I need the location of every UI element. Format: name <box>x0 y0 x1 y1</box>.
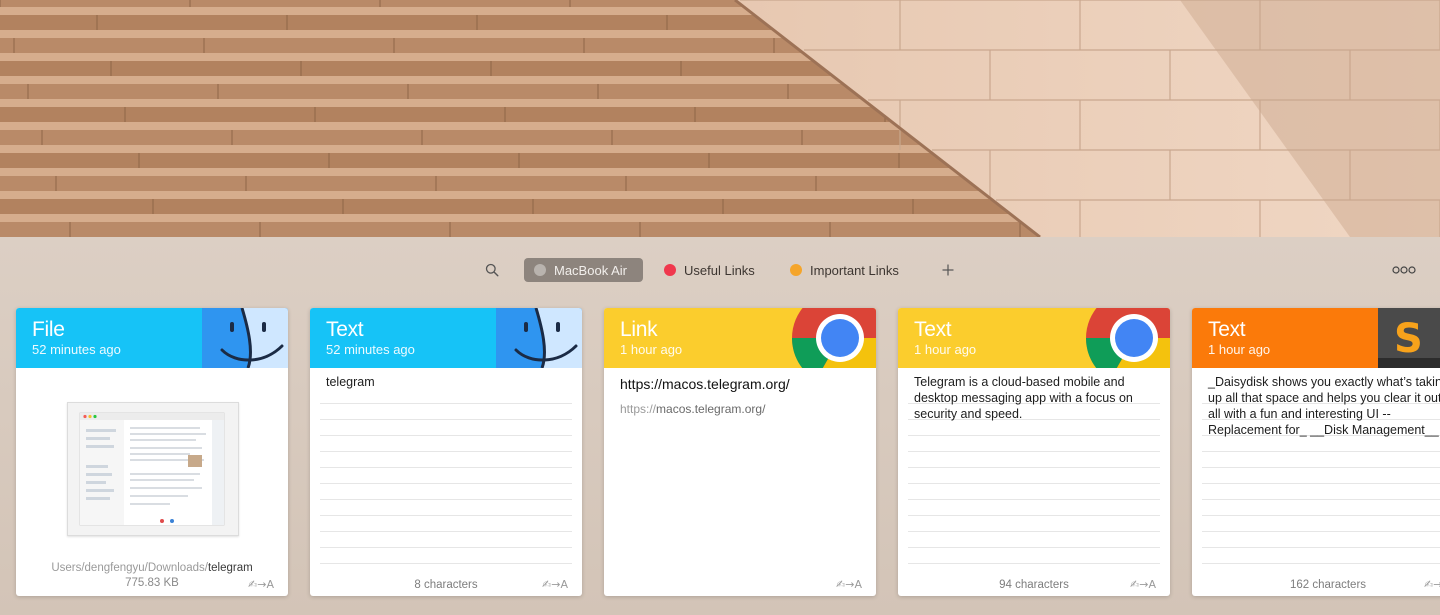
more-button[interactable] <box>1388 261 1420 279</box>
pinboard-color-dot <box>790 264 802 276</box>
toolbar: MacBook Air Useful Links Important Links <box>0 237 1440 301</box>
telegram-screenshot-preview <box>79 412 225 526</box>
card-timestamp: 1 hour ago <box>1208 342 1271 357</box>
card-header: Text 52 minutes ago <box>310 308 582 368</box>
clip-text: telegram <box>326 375 375 389</box>
text-transform-icon[interactable]: ✍→A <box>248 578 274 591</box>
clipboard-card-file[interactable]: File 52 minutes ago Users/dengfengyu/Dow… <box>16 308 288 596</box>
search-button[interactable] <box>481 259 503 281</box>
finder-icon <box>202 308 288 368</box>
pinboard-useful-links[interactable]: Useful Links <box>654 258 772 282</box>
card-type: Link <box>620 318 658 341</box>
card-header: Text 1 hour ago S <box>1192 308 1440 368</box>
card-type: Text <box>326 318 364 341</box>
chrome-icon <box>1085 308 1170 368</box>
stairs-photo <box>0 0 1440 237</box>
card-timestamp: 52 minutes ago <box>32 342 121 357</box>
search-icon <box>485 263 499 277</box>
clip-text: _Daisydisk shows you exactly what’s taki… <box>1208 375 1440 437</box>
card-timestamp: 1 hour ago <box>914 342 977 357</box>
character-count: 162 characters <box>1289 579 1367 591</box>
card-type: File <box>32 318 65 341</box>
file-preview-thumbnail <box>67 402 239 536</box>
pinboard-important-links[interactable]: Important Links <box>780 258 916 282</box>
finder-icon <box>496 308 582 368</box>
clipboard-card-text[interactable]: Text 1 hour ago S _Daisydisk shows you e… <box>1192 308 1440 596</box>
card-type: Text <box>1208 318 1246 341</box>
file-path-prefix: Users/dengfengyu/Downloads/ <box>51 562 208 574</box>
link-preview: https://macos.telegram.org/ <box>620 402 765 416</box>
plus-icon <box>942 264 954 276</box>
sublime-icon: S <box>1378 308 1440 368</box>
file-name: telegram <box>207 562 253 574</box>
link-host: macos.telegram.org/ <box>656 402 766 416</box>
clipboard-card-link[interactable]: Link 1 hour ago https://macos.telegram.o… <box>604 308 876 596</box>
pinboard-label: Important Links <box>810 262 899 278</box>
card-timestamp: 1 hour ago <box>620 342 683 357</box>
text-transform-icon[interactable]: ✍→A <box>1130 578 1156 591</box>
clipboard-card-text[interactable]: Text 52 minutes ago telegram 8 character… <box>310 308 582 596</box>
add-pinboard-button[interactable] <box>937 259 959 281</box>
clipboard-card-text[interactable]: Text 1 hour ago Telegram is a cloud-base… <box>898 308 1170 596</box>
clip-text: Telegram is a cloud-based mobile and des… <box>914 375 1133 421</box>
card-header: Text 1 hour ago <box>898 308 1170 368</box>
file-path: Users/dengfengyu/Downloads/telegram <box>16 562 288 574</box>
pinboard-color-dot <box>664 264 676 276</box>
pinboard-color-dot <box>534 264 546 276</box>
card-header: File 52 minutes ago <box>16 308 288 368</box>
desktop-wallpaper <box>0 0 1440 237</box>
pinboard-label: Useful Links <box>684 262 755 278</box>
svg-text:S: S <box>1394 316 1423 362</box>
chrome-icon <box>791 308 876 368</box>
paste-panel: MacBook Air Useful Links Important Links <box>0 237 1440 615</box>
pinboard-label: MacBook Air <box>554 262 627 278</box>
card-header: Link 1 hour ago <box>604 308 876 368</box>
link-scheme: https:// <box>620 402 657 416</box>
card-timestamp: 52 minutes ago <box>326 342 415 357</box>
pinboard-macbook-air[interactable]: MacBook Air <box>524 258 643 282</box>
text-transform-icon[interactable]: ✍→A <box>836 578 862 591</box>
card-type: Text <box>914 318 952 341</box>
text-transform-icon[interactable]: ✍→A <box>1424 578 1440 591</box>
link-url[interactable]: https://macos.telegram.org/ <box>620 376 790 392</box>
ruled-lines <box>320 388 572 578</box>
more-icon <box>1392 266 1416 274</box>
text-transform-icon[interactable]: ✍→A <box>542 578 568 591</box>
